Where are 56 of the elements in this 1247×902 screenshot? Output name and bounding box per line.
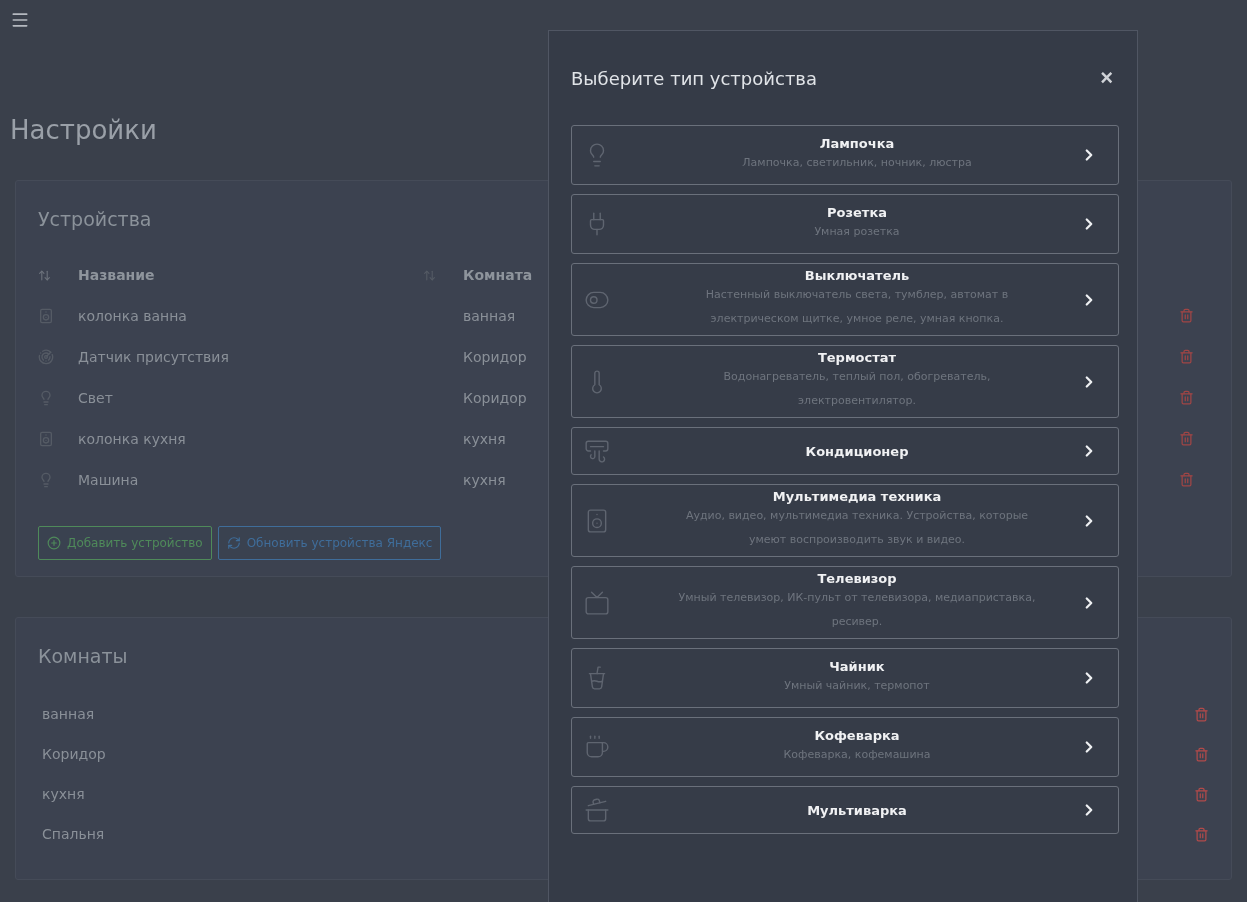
- table-cell: колонка кухня: [78, 430, 186, 447]
- device-type-item[interactable]: Розетка Умная розетка: [571, 194, 1119, 254]
- device-type-name: Кондиционер: [805, 443, 909, 459]
- device-type-item[interactable]: Мультиварка: [571, 786, 1119, 834]
- device-type-name: Кофеварка: [814, 727, 900, 743]
- table-cell: Свет: [78, 389, 113, 406]
- room-name: Коридор: [42, 746, 106, 762]
- air-conditioner-icon: [584, 438, 610, 464]
- refresh-icon: [226, 536, 241, 550]
- table-cell: Коридор: [463, 348, 527, 365]
- table-cell: Датчик присутствия: [78, 348, 229, 365]
- tv-icon: [584, 589, 610, 616]
- close-button[interactable]: ×: [1096, 65, 1117, 91]
- device-type-name: Чайник: [829, 658, 885, 674]
- trash-icon[interactable]: [1194, 746, 1209, 762]
- sort-icon[interactable]: [423, 268, 436, 282]
- device-type-name: Выключатель: [804, 268, 910, 283]
- table-cell: колонка ванна: [78, 307, 187, 324]
- device-type-name: Мультиварка: [807, 802, 907, 818]
- speaker-icon: [38, 307, 54, 324]
- card-title: Комнаты: [38, 644, 128, 669]
- table-cell: кухня: [463, 471, 506, 488]
- device-type-name: Мультимедиа техника: [772, 489, 942, 504]
- trash-icon[interactable]: [1194, 786, 1209, 802]
- card-title: Устройства: [38, 207, 152, 232]
- radar-icon: [38, 348, 54, 365]
- modal-title: Выберите тип устройства: [571, 67, 817, 89]
- speaker-icon: [38, 430, 54, 447]
- trash-icon[interactable]: [1179, 431, 1194, 446]
- lightbulb-icon: [38, 471, 54, 488]
- table-cell: кухня: [463, 430, 506, 447]
- plus-icon: [47, 536, 61, 550]
- lightbulb-icon: [38, 389, 54, 406]
- trash-icon[interactable]: [1179, 472, 1194, 487]
- trash-icon[interactable]: [1179, 390, 1194, 405]
- device-type-description: Умная розетка: [814, 223, 900, 240]
- trash-icon[interactable]: [1194, 826, 1209, 842]
- trash-icon[interactable]: [1179, 308, 1194, 323]
- device-type-item[interactable]: Кондиционер: [571, 427, 1119, 475]
- room-name: кухня: [42, 786, 85, 802]
- device-type-name: Термостат: [817, 350, 897, 365]
- device-type-name: Лампочка: [819, 135, 895, 151]
- trash-icon[interactable]: [1179, 349, 1194, 364]
- page-title: Настройки: [10, 114, 157, 147]
- table-cell: ванная: [463, 307, 516, 324]
- coffee-cup-icon: [584, 734, 610, 760]
- room-name: Спальня: [42, 826, 105, 842]
- trash-icon[interactable]: [1194, 706, 1209, 722]
- device-type-name: Розетка: [827, 204, 887, 220]
- sort-icon[interactable]: [38, 268, 51, 282]
- table-cell: Машина: [78, 471, 139, 488]
- table-cell: Коридор: [463, 389, 527, 406]
- room-name: ванная: [42, 706, 95, 722]
- menu-icon[interactable]: [10, 10, 30, 30]
- device-type-name: Телевизор: [817, 571, 897, 586]
- cooking-pot-icon: [584, 797, 610, 823]
